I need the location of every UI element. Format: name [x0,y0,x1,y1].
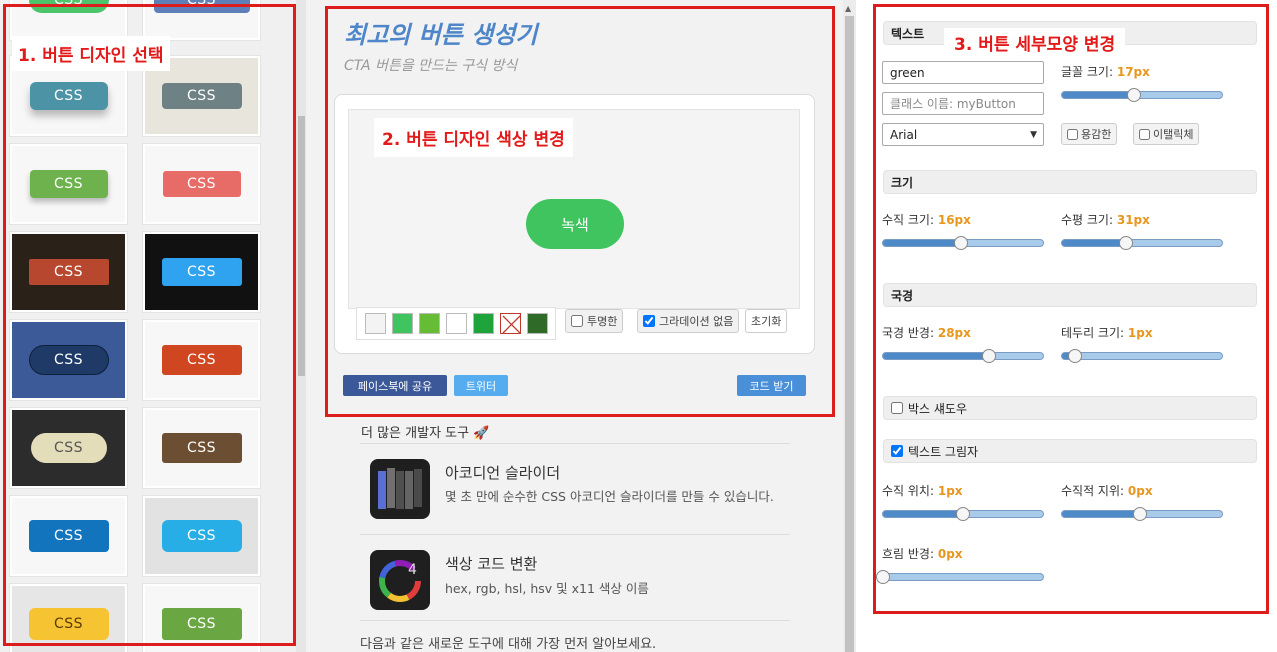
page-scrollbar-thumb[interactable] [845,16,854,652]
annotation-box-3 [873,4,1269,614]
annotation-step2: 2. 버튼 디자인 색상 변경 [374,118,573,157]
app-root: CSS CSS CSS CSS CSS CSS CSS CSS CSS CSS … [0,0,1277,652]
scroll-up-arrow-icon[interactable]: ▲ [845,4,851,13]
annotation-step1: 1. 버튼 디자인 선택 [12,36,170,71]
more-tools-heading: 더 많은 개발자 도구 🚀 [361,426,490,441]
svg-text:4: 4 [408,562,417,578]
tool-desc-color-converter: hex, rgb, hsl, hsv 및 x11 색상 이름 [445,581,649,596]
tool-desc-accordion: 몇 초 만에 순수한 CSS 아코디언 슬라이더를 만들 수 있습니다. [445,489,774,504]
divider [360,620,790,621]
annotation-step3: 3. 버튼 세부모양 변경 [944,28,1126,57]
annotation-box-2 [325,6,835,417]
accordion-slider-graphic [378,468,422,509]
accordion-slider-icon[interactable] [370,459,430,519]
gallery-scrollbar-thumb[interactable] [298,116,305,376]
tool-name-accordion[interactable]: 아코디언 슬라이더 [445,462,560,483]
color-converter-icon[interactable]: 4 [370,550,430,610]
divider [360,534,790,535]
divider [360,443,790,444]
annotation-box-1 [3,4,296,646]
color-wheel-graphic: 4 [379,560,421,602]
tool-name-color-converter[interactable]: 색상 코드 변환 [445,553,537,574]
newsletter-text: 다음과 같은 새로운 도구에 대해 가장 먼저 알아보세요. [360,637,657,652]
